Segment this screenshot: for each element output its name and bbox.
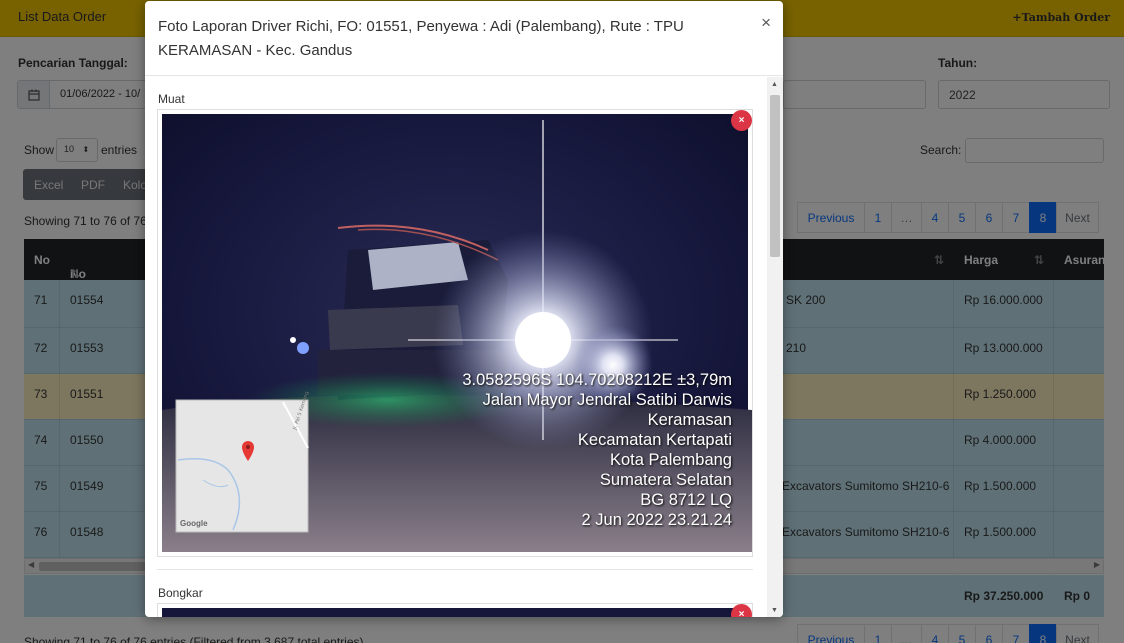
modal-title: Foto Laporan Driver Richi, FO: 01551, Pe… <box>158 18 684 59</box>
modal-vertical-scrollbar[interactable]: ▲ ▼ <box>767 77 783 617</box>
section-divider <box>157 569 753 570</box>
photo-report-modal: Foto Laporan Driver Richi, FO: 01551, Pe… <box>145 1 783 617</box>
map-thumbnail <box>175 399 309 533</box>
close-button[interactable]: × <box>761 13 771 33</box>
photo-bongkar[interactable] <box>157 603 753 617</box>
modal-body: Muat Jl. Pal 5 Kemang 3.0582596S 104.702… <box>145 77 767 617</box>
scroll-down-icon[interactable]: ▼ <box>771 607 778 614</box>
scrollbar-thumb[interactable] <box>770 95 780 257</box>
modal-header: Foto Laporan Driver Richi, FO: 01551, Pe… <box>145 1 783 76</box>
delete-photo-muat-button[interactable]: × <box>731 110 752 131</box>
scroll-up-icon[interactable]: ▲ <box>771 81 778 88</box>
map-google-logo: Google <box>180 519 208 528</box>
photo-bongkar-image <box>162 608 748 617</box>
section-label-muat: Muat <box>158 92 185 106</box>
section-label-bongkar: Bongkar <box>158 586 203 600</box>
photo-geotag-overlay: 3.0582596S 104.70208212E ±3,79m Jalan Ma… <box>462 371 732 529</box>
photo-muat[interactable]: Jl. Pal 5 Kemang 3.0582596S 104.70208212… <box>157 109 753 557</box>
